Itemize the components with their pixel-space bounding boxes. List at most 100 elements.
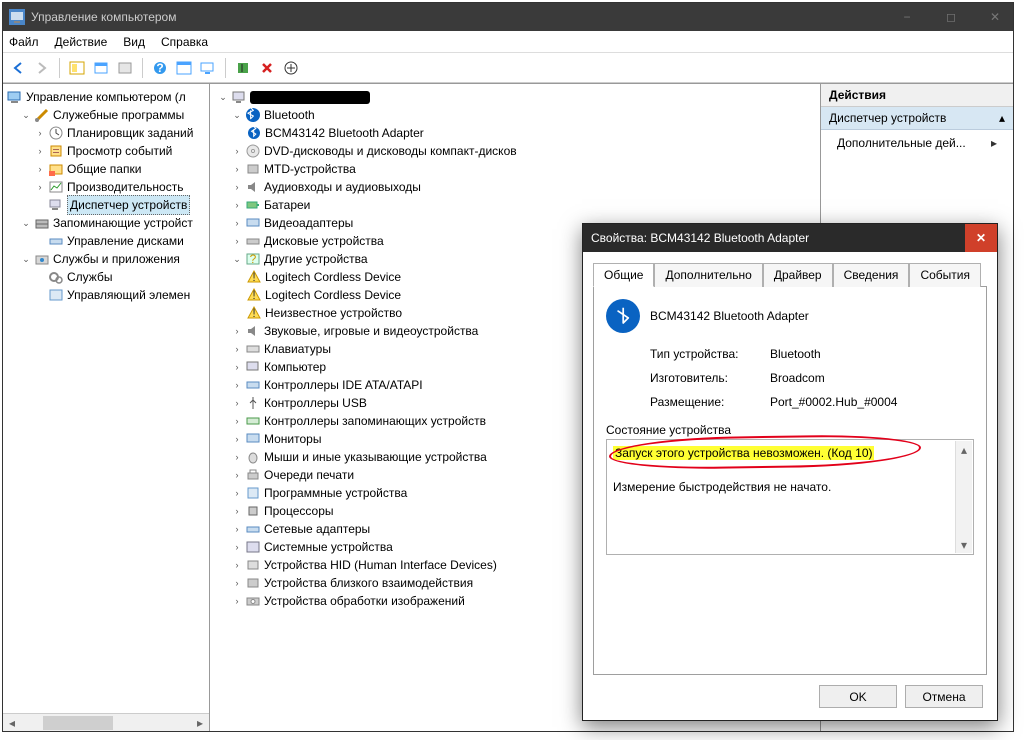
batteries-category[interactable]: ›Батареи (232, 196, 814, 214)
system-tools-group[interactable]: ⌄ Служебные программы (21, 106, 207, 124)
expand-icon[interactable]: › (232, 470, 242, 480)
properties-button[interactable] (90, 57, 112, 79)
show-hide-tree-button[interactable] (66, 57, 88, 79)
expand-icon[interactable]: › (232, 200, 242, 210)
tab-details[interactable]: Сведения (833, 263, 910, 287)
root-computer-management[interactable]: Управление компьютером (л (7, 88, 207, 106)
expand-icon[interactable]: › (232, 596, 242, 606)
mtd-category[interactable]: ›MTD-устройства (232, 160, 814, 178)
expand-icon[interactable]: › (232, 236, 242, 246)
expand-icon[interactable]: › (232, 416, 242, 426)
bluetooth-category[interactable]: ⌄ Bluetooth (232, 106, 814, 124)
collapse-icon[interactable]: ⌄ (218, 92, 228, 102)
services-item[interactable]: ›Службы (35, 268, 207, 286)
ok-button[interactable]: OK (819, 685, 897, 708)
tab-driver[interactable]: Драйвер (763, 263, 833, 287)
update-driver-button[interactable] (280, 57, 302, 79)
help-button[interactable]: ? (149, 57, 171, 79)
wmi-control-item[interactable]: ›Управляющий элемен (35, 286, 207, 304)
expand-icon[interactable]: › (232, 380, 242, 390)
menu-file[interactable]: Файл (9, 35, 39, 49)
dialog-close-button[interactable]: ✕ (965, 224, 997, 252)
bluetooth-adapter-item[interactable]: BCM43142 Bluetooth Adapter (246, 124, 814, 142)
actions-more-item[interactable]: Дополнительные дей... ▸ (821, 130, 1013, 156)
computer-icon (231, 89, 247, 105)
expand-icon[interactable]: › (232, 506, 242, 516)
titlebar[interactable]: Управление компьютером − ◻ ✕ (3, 3, 1013, 31)
menu-action[interactable]: Действие (55, 35, 108, 49)
scroll-up-icon[interactable]: ▴ (956, 441, 972, 458)
expand-icon[interactable]: › (232, 182, 242, 192)
uninstall-button[interactable] (256, 57, 278, 79)
monitor-icon-button[interactable] (197, 57, 219, 79)
expand-icon[interactable]: › (35, 128, 45, 138)
hid-icon (245, 557, 261, 573)
tab-general[interactable]: Общие (593, 263, 654, 287)
actions-section-device-manager[interactable]: Диспетчер устройств ▴ (821, 107, 1013, 130)
event-icon (48, 143, 64, 159)
storage-group[interactable]: ⌄ Запоминающие устройст (21, 214, 207, 232)
computer-root[interactable]: ⌄ (218, 88, 814, 106)
expand-icon[interactable]: › (232, 542, 242, 552)
menu-help[interactable]: Справка (161, 35, 208, 49)
dialog-title: Свойства: BCM43142 Bluetooth Adapter (591, 231, 965, 245)
collapse-icon[interactable]: ⌄ (21, 254, 31, 264)
expand-icon[interactable]: › (232, 344, 242, 354)
expand-icon[interactable]: › (232, 488, 242, 498)
performance-label: Производительность (67, 178, 183, 196)
shared-folders-item[interactable]: ›Общие папки (35, 160, 207, 178)
expand-icon[interactable]: › (232, 146, 242, 156)
expand-icon[interactable]: › (232, 524, 242, 534)
bluetooth-adapter-label: BCM43142 Bluetooth Adapter (265, 124, 424, 142)
scroll-left-icon[interactable]: ◂ (3, 714, 21, 731)
collapse-icon[interactable]: ⌄ (21, 218, 31, 228)
expand-icon[interactable]: › (232, 398, 242, 408)
forward-button[interactable] (31, 57, 53, 79)
status-scrollbar[interactable]: ▴ ▾ (955, 441, 972, 553)
task-scheduler-item[interactable]: ›Планировщик заданий (35, 124, 207, 142)
actions-more-label: Дополнительные дей... (837, 136, 966, 150)
maximize-button[interactable]: ◻ (939, 10, 963, 24)
expand-icon[interactable]: › (35, 164, 45, 174)
tabs: Общие Дополнительно Драйвер Сведения Соб… (593, 262, 987, 287)
device-manager-item[interactable]: ›Диспетчер устройств (35, 196, 207, 214)
collapse-icon[interactable]: ⌄ (232, 254, 242, 264)
tab-content-general: BCM43142 Bluetooth Adapter Тип устройств… (593, 287, 987, 675)
tab-advanced[interactable]: Дополнительно (654, 263, 762, 287)
scope-tree[interactable]: Управление компьютером (л ⌄ Служебные пр… (3, 84, 210, 731)
left-tree-scrollbar[interactable]: ◂ ▸ (3, 713, 209, 731)
back-button[interactable] (7, 57, 29, 79)
scroll-thumb[interactable] (43, 716, 113, 730)
view-columns-button[interactable] (173, 57, 195, 79)
tab-events[interactable]: События (909, 263, 981, 287)
expand-icon[interactable]: › (232, 362, 242, 372)
menu-view[interactable]: Вид (123, 35, 145, 49)
dvd-category[interactable]: ›DVD-дисководы и дисководы компакт-диско… (232, 142, 814, 160)
event-viewer-item[interactable]: ›Просмотр событий (35, 142, 207, 160)
export-button[interactable] (114, 57, 136, 79)
expand-icon[interactable]: › (35, 146, 45, 156)
expand-icon[interactable]: › (35, 182, 45, 192)
scroll-down-icon[interactable]: ▾ (956, 536, 972, 553)
expand-icon[interactable]: › (232, 164, 242, 174)
scroll-right-icon[interactable]: ▸ (191, 714, 209, 731)
close-button[interactable]: ✕ (983, 10, 1007, 24)
audio-icon (245, 179, 261, 195)
expand-icon[interactable]: › (232, 578, 242, 588)
scan-hardware-button[interactable] (232, 57, 254, 79)
device-status-box[interactable]: Запуск этого устройства невозможен. (Код… (606, 439, 974, 555)
performance-item[interactable]: › Производительность (35, 178, 207, 196)
collapse-icon[interactable]: ⌄ (21, 110, 31, 120)
audio-io-category[interactable]: ›Аудиовходы и аудиовыходы (232, 178, 814, 196)
expand-icon[interactable]: › (232, 560, 242, 570)
cancel-button[interactable]: Отмена (905, 685, 983, 708)
minimize-button[interactable]: − (895, 10, 919, 24)
expand-icon[interactable]: › (232, 218, 242, 228)
disk-management-item[interactable]: ›Управление дисками (35, 232, 207, 250)
collapse-icon[interactable]: ⌄ (232, 110, 242, 120)
expand-icon[interactable]: › (232, 452, 242, 462)
ide-icon (245, 377, 261, 393)
expand-icon[interactable]: › (232, 326, 242, 336)
dialog-titlebar[interactable]: Свойства: BCM43142 Bluetooth Adapter ✕ (583, 224, 997, 252)
services-apps-group[interactable]: ⌄ Службы и приложения (21, 250, 207, 268)
